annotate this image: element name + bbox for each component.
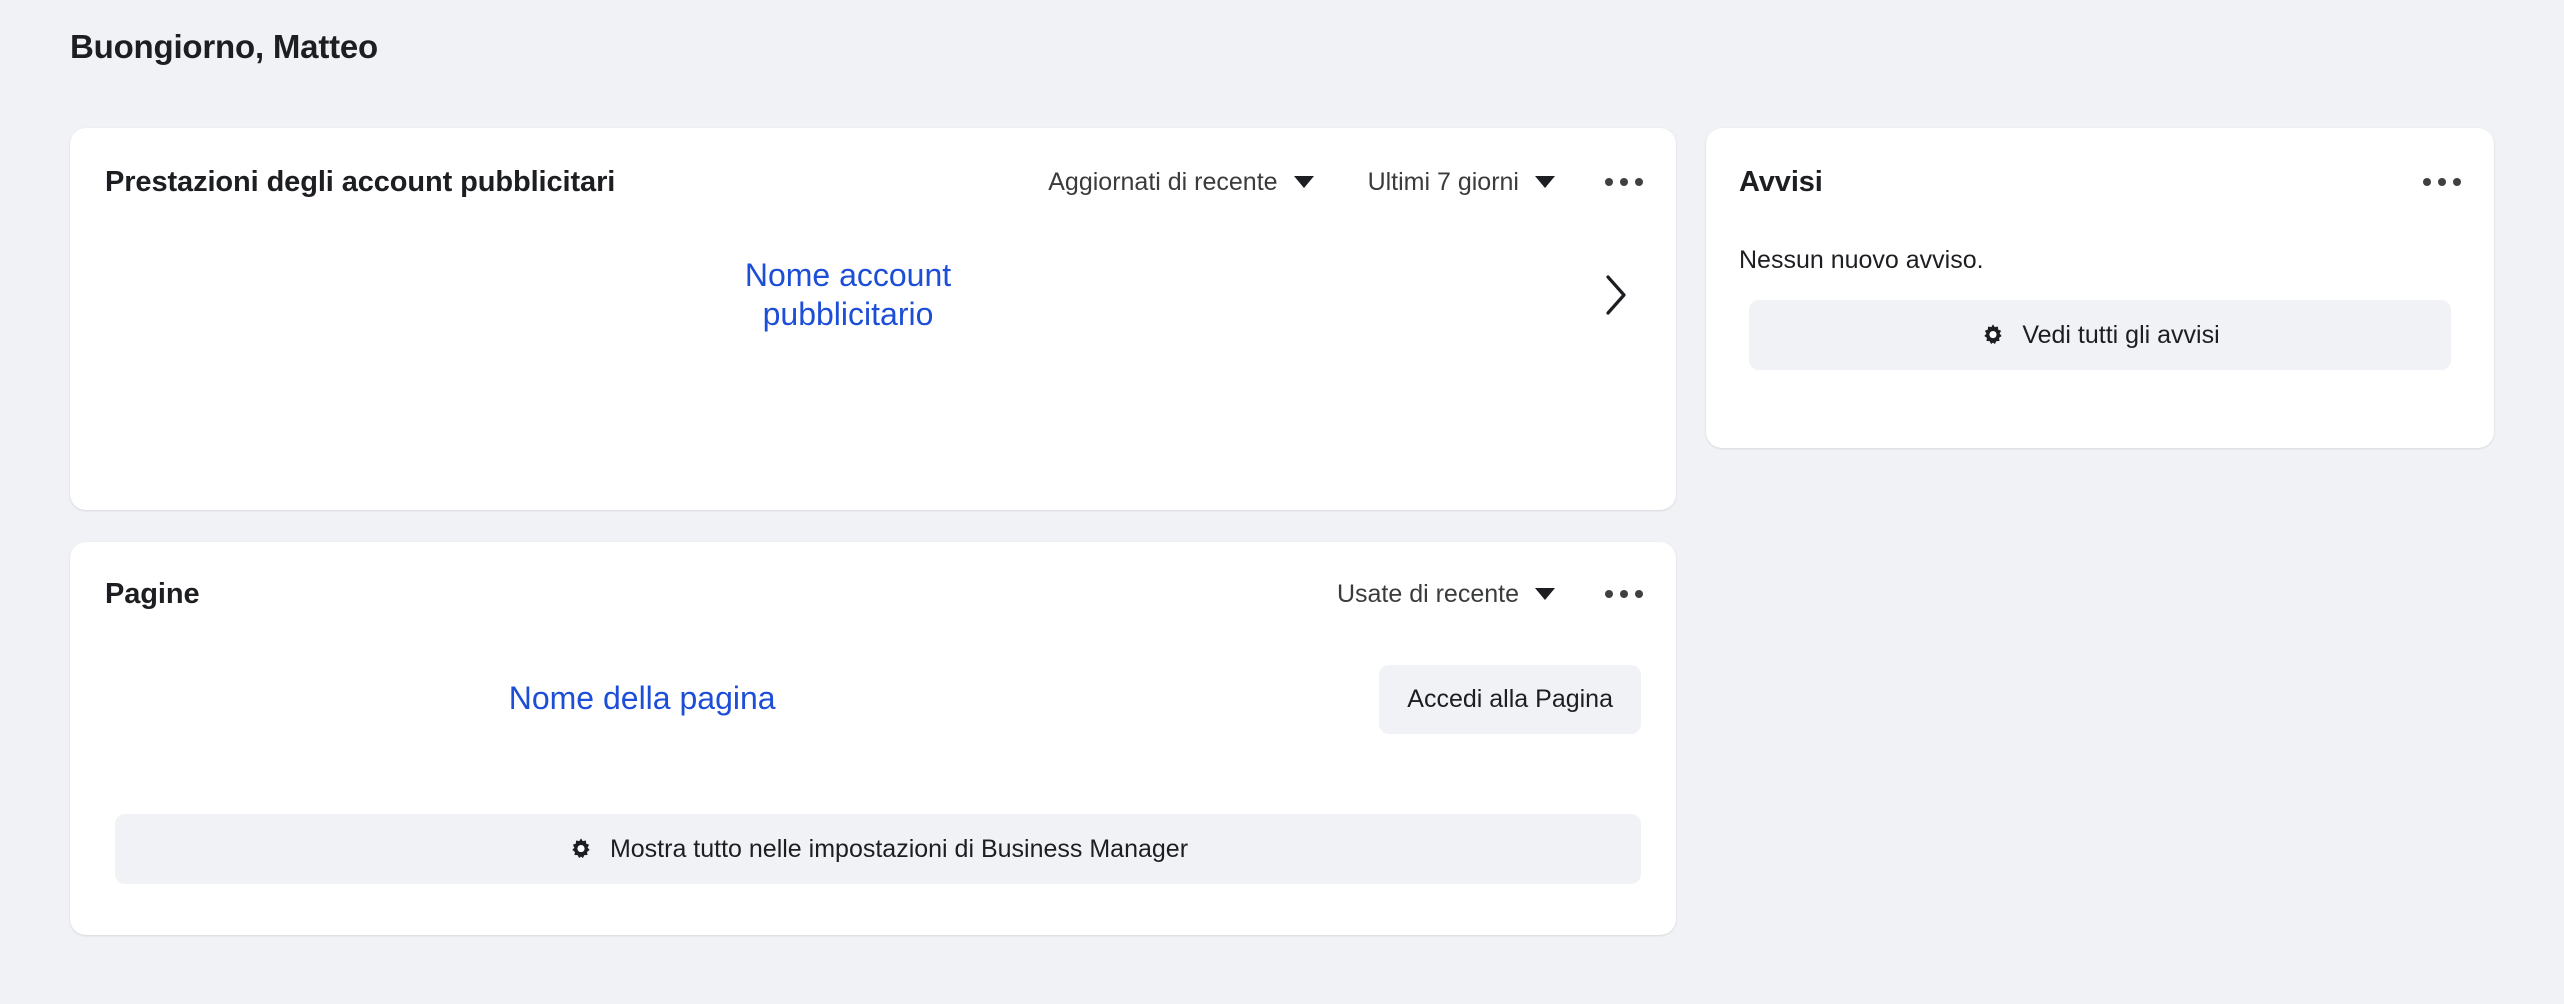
ellipsis-horizontal-icon: [1635, 178, 1643, 186]
chevron-right-icon: [1603, 274, 1629, 316]
gear-icon: [1980, 322, 2006, 348]
dashboard-page: Buongiorno, Matteo Prestazioni degli acc…: [0, 0, 2564, 1004]
ellipsis-horizontal-icon: [2438, 178, 2446, 186]
pages-card-header: Pagine Usate di recente: [105, 564, 1651, 624]
view-all-alerts-label: Vedi tutti gli avvisi: [2022, 321, 2219, 350]
ellipsis-horizontal-icon: [2423, 178, 2431, 186]
pages-sort-label: Usate di recente: [1337, 580, 1519, 609]
ad-accounts-sort-dropdown[interactable]: Aggiornati di recente: [1042, 164, 1319, 201]
ad-account-name-wrap: Nome account pubblicitario: [105, 256, 1651, 334]
ellipsis-horizontal-icon: [1605, 590, 1613, 598]
page-title: Buongiorno, Matteo: [70, 28, 378, 66]
pages-sort-dropdown[interactable]: Usate di recente: [1331, 576, 1561, 613]
ad-account-expand-button[interactable]: [1603, 274, 1629, 316]
gear-icon: [568, 836, 594, 862]
chevron-down-icon: [1294, 176, 1314, 188]
page-row: Nome della pagina Accedi alla Pagina: [105, 654, 1651, 744]
pages-card: Pagine Usate di recente Nome della pagin…: [70, 542, 1676, 935]
show-all-business-settings-label: Mostra tutto nelle impostazioni di Busin…: [610, 835, 1188, 864]
alerts-card-header: Avvisi: [1739, 152, 2469, 212]
view-all-alerts-button[interactable]: Vedi tutti gli avvisi: [1749, 300, 2451, 370]
ad-accounts-card-title: Prestazioni degli account pubblicitari: [105, 166, 615, 199]
alerts-empty-text: Nessun nuovo avviso.: [1739, 246, 1984, 275]
page-name-link[interactable]: Nome della pagina: [509, 680, 776, 716]
chevron-down-icon: [1535, 176, 1555, 188]
alerts-card-title: Avvisi: [1739, 166, 1823, 199]
ad-accounts-more-options-button[interactable]: [1597, 168, 1651, 196]
access-page-button[interactable]: Accedi alla Pagina: [1379, 665, 1641, 734]
ad-account-row: Nome account pubblicitario: [105, 240, 1651, 350]
show-all-business-settings-button[interactable]: Mostra tutto nelle impostazioni di Busin…: [115, 814, 1641, 884]
ad-account-name-link[interactable]: Nome account pubblicitario: [708, 256, 988, 334]
ad-accounts-header-controls: Aggiornati di recente Ultimi 7 giorni: [1042, 164, 1651, 201]
ad-accounts-sort-label: Aggiornati di recente: [1048, 168, 1277, 197]
page-name-wrap: Nome della pagina: [105, 679, 1379, 718]
pages-card-title: Pagine: [105, 578, 200, 611]
ad-accounts-date-label: Ultimi 7 giorni: [1368, 168, 1519, 197]
ellipsis-horizontal-icon: [1605, 178, 1613, 186]
alerts-card: Avvisi Nessun nuovo avviso. Vedi tutti g…: [1706, 128, 2494, 448]
ellipsis-horizontal-icon: [1620, 178, 1628, 186]
ellipsis-horizontal-icon: [2453, 178, 2461, 186]
ad-accounts-date-dropdown[interactable]: Ultimi 7 giorni: [1362, 164, 1561, 201]
ellipsis-horizontal-icon: [1635, 590, 1643, 598]
ad-accounts-card: Prestazioni degli account pubblicitari A…: [70, 128, 1676, 510]
ad-accounts-card-header: Prestazioni degli account pubblicitari A…: [105, 152, 1651, 212]
ellipsis-horizontal-icon: [1620, 590, 1628, 598]
pages-more-options-button[interactable]: [1597, 580, 1651, 608]
chevron-down-icon: [1535, 588, 1555, 600]
alerts-more-options-button[interactable]: [2415, 168, 2469, 196]
pages-header-controls: Usate di recente: [1331, 576, 1651, 613]
